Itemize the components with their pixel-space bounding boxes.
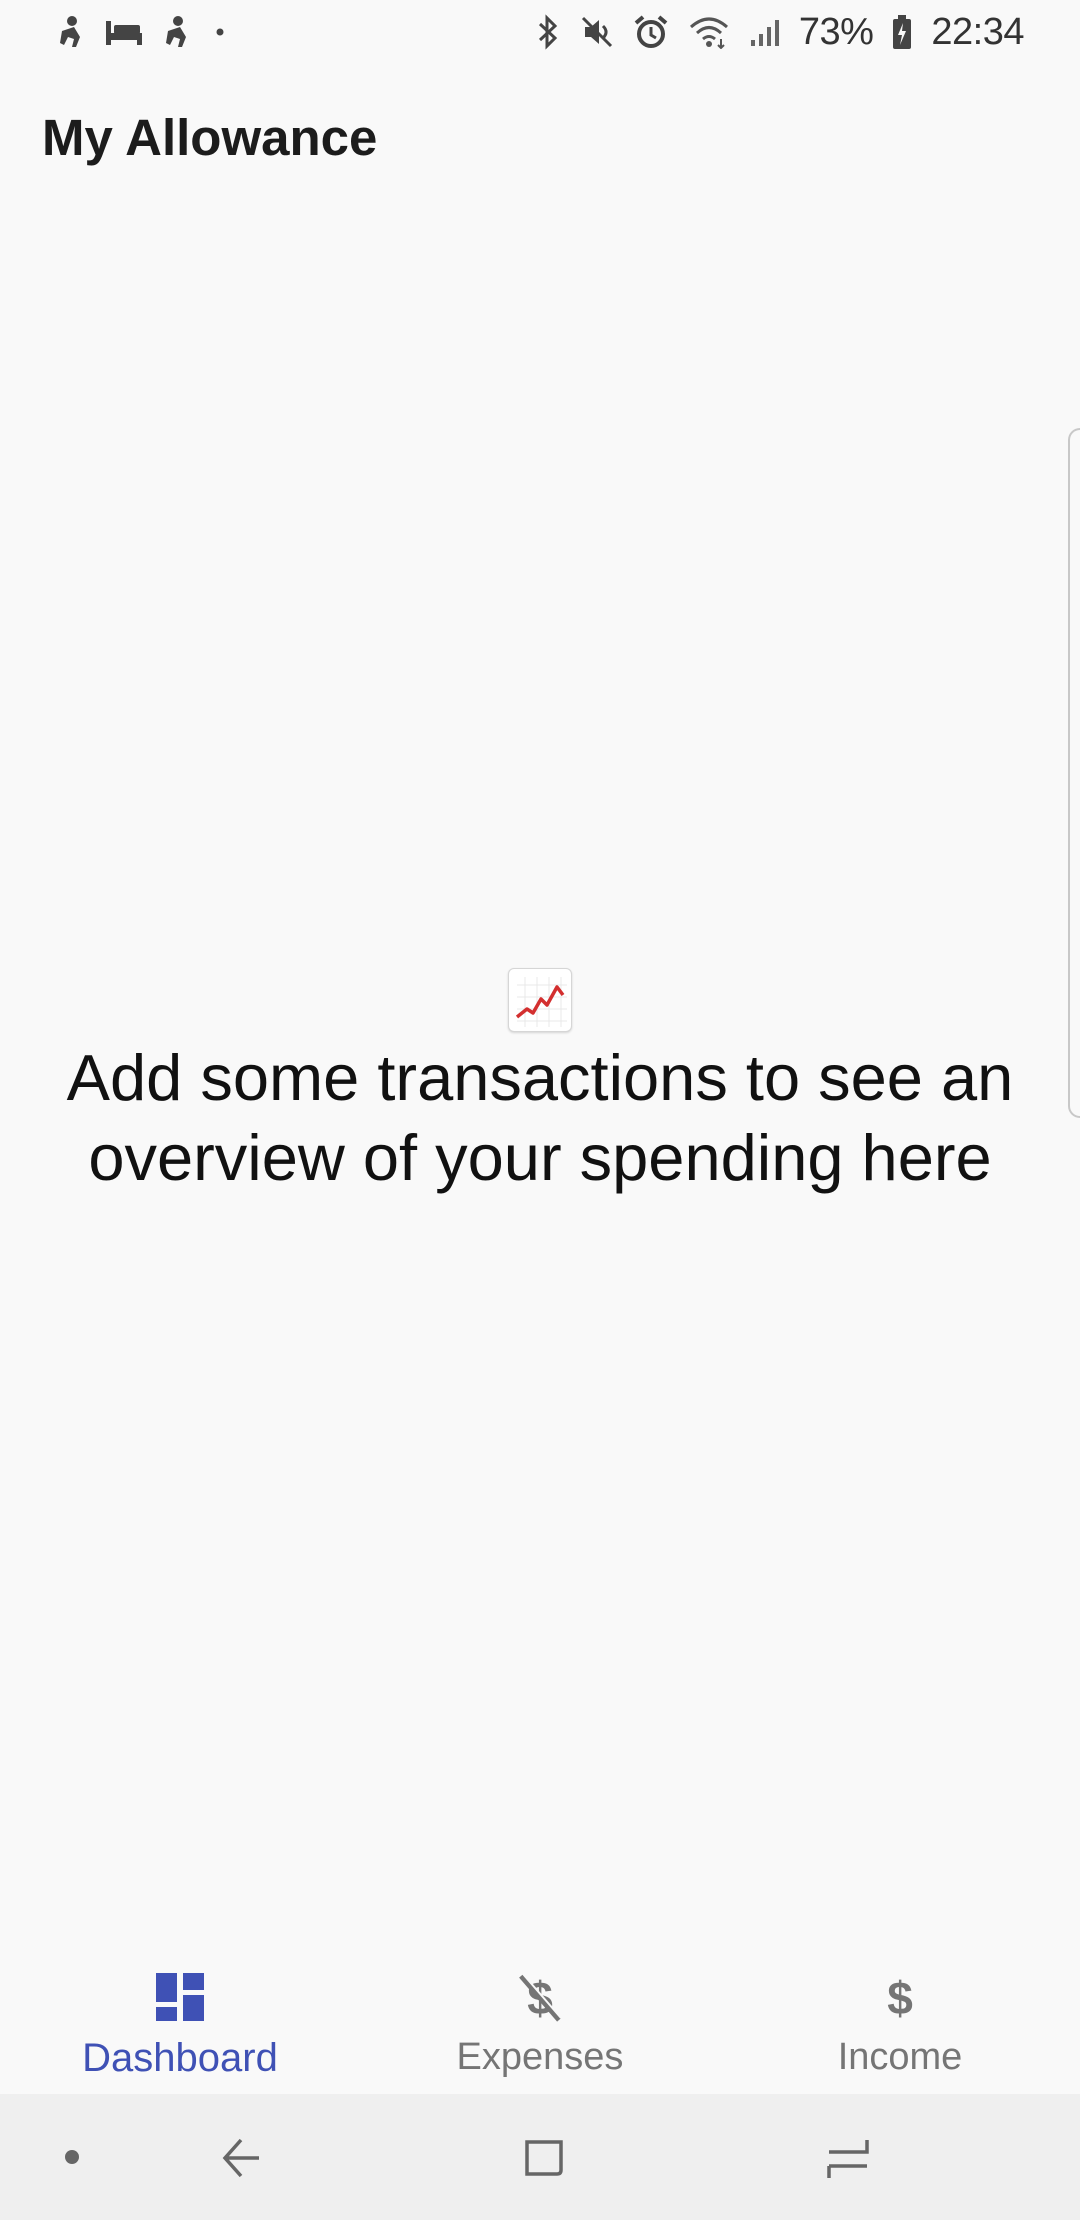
bottom-navigation: Dashboard $ Expenses $ Income xyxy=(0,1948,1080,2094)
dot-icon xyxy=(210,22,230,42)
tab-income[interactable]: $ Income xyxy=(720,1948,1080,2094)
home-button[interactable] xyxy=(504,2094,584,2220)
mute-icon xyxy=(579,14,615,50)
signal-icon xyxy=(749,16,781,48)
status-bar-left xyxy=(56,15,230,49)
system-navigation-bar xyxy=(0,2094,1080,2220)
wifi-icon xyxy=(687,15,731,49)
battery-percent: 73% xyxy=(798,10,874,53)
back-button[interactable] xyxy=(200,2094,280,2220)
empty-state: Add some transactions to see an overview… xyxy=(0,968,1080,1198)
money-off-icon: $ xyxy=(513,1970,567,2024)
dashboard-icon xyxy=(153,1970,207,2024)
tab-label: Dashboard xyxy=(82,2036,278,2080)
chart-increasing-icon xyxy=(508,968,572,1032)
dollar-icon: $ xyxy=(873,1970,927,2024)
page-title: My Allowance xyxy=(42,109,378,166)
dot-button[interactable] xyxy=(36,2094,108,2220)
status-bar-right: 73% 22:34 xyxy=(535,11,1024,54)
tab-expenses[interactable]: $ Expenses xyxy=(360,1948,720,2094)
tab-label: Expenses xyxy=(456,2036,624,2078)
tab-dashboard[interactable]: Dashboard xyxy=(0,1948,360,2094)
bluetooth-icon xyxy=(535,14,561,50)
recents-button[interactable] xyxy=(808,2094,888,2220)
clock: 22:34 xyxy=(931,10,1024,53)
notification-icon xyxy=(162,15,192,49)
battery-icon xyxy=(891,14,913,50)
notification-icon xyxy=(56,15,86,49)
status-bar: 73% 22:34 xyxy=(0,0,1080,64)
bed-icon xyxy=(104,17,144,47)
svg-text:$: $ xyxy=(887,1972,913,2024)
empty-state-message: Add some transactions to see an overview… xyxy=(66,1041,1014,1194)
tab-label: Income xyxy=(837,2036,963,2078)
alarm-icon xyxy=(633,14,669,50)
